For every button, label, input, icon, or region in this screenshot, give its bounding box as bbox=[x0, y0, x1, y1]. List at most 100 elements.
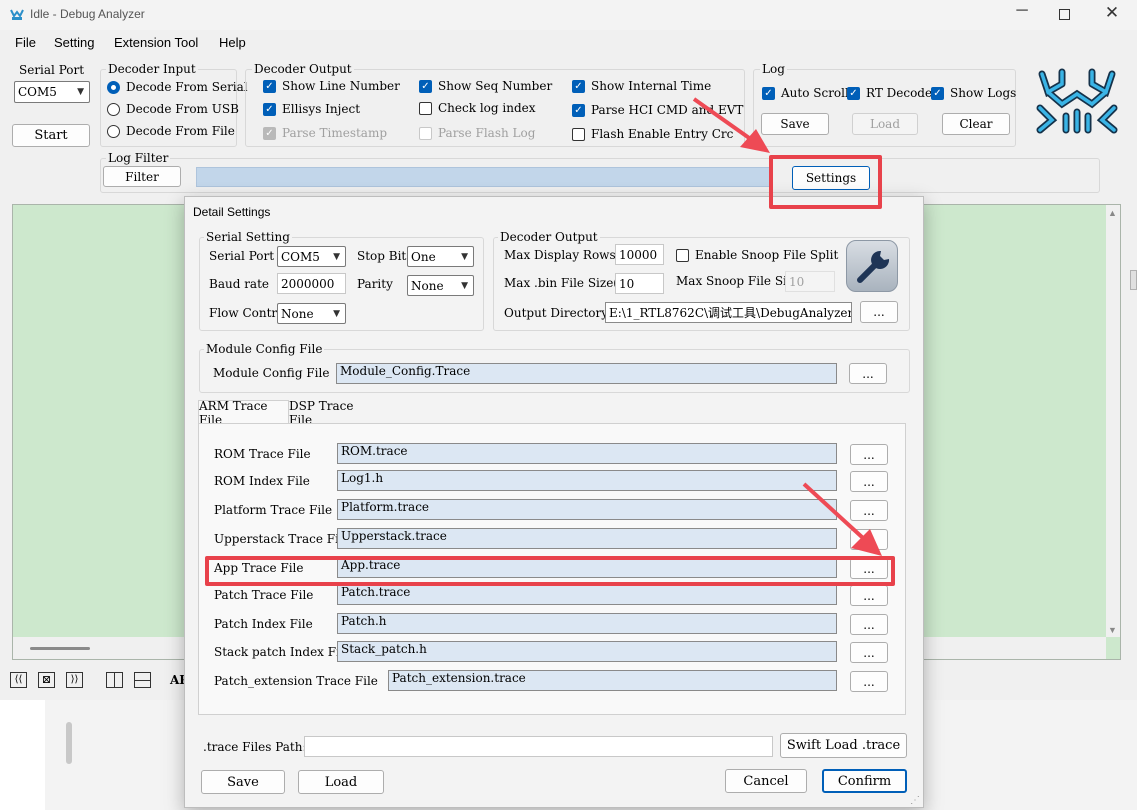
filter-input[interactable] bbox=[196, 167, 770, 187]
log-clear-button[interactable]: Clear bbox=[942, 113, 1010, 135]
filter-button[interactable]: Filter bbox=[103, 166, 181, 187]
lower-white-panel bbox=[0, 700, 45, 810]
checkbox-icon: ✓ bbox=[847, 86, 860, 100]
start-button[interactable]: Start bbox=[12, 124, 90, 147]
log-filter-label: Log Filter bbox=[106, 151, 171, 165]
radio-icon bbox=[107, 102, 120, 116]
check-show-logs[interactable]: ✓ Show Logs bbox=[931, 86, 1016, 100]
app-logo-icon bbox=[10, 9, 24, 20]
radio-decode-usb[interactable]: Decode From USB bbox=[107, 102, 239, 116]
scroll-down-icon[interactable]: ▼ bbox=[1108, 625, 1117, 635]
cancel-button[interactable]: Cancel bbox=[725, 769, 807, 793]
flow-control-combo[interactable]: None ▼ bbox=[277, 303, 346, 324]
dlg-serial-port-combo[interactable]: COM5 ▼ bbox=[277, 246, 346, 267]
tab-arm-trace[interactable]: ARM Trace File bbox=[198, 399, 289, 427]
radio-decode-serial[interactable]: Decode From Serial bbox=[107, 80, 248, 94]
check-show-line-number[interactable]: ✓ Show Line Number bbox=[263, 79, 400, 93]
check-rt-decode[interactable]: ✓ RT Decode bbox=[847, 86, 932, 100]
checkbox-icon: ✓ bbox=[931, 86, 944, 100]
title-bar: Idle - Debug Analyzer ─ ✕ bbox=[0, 0, 1137, 30]
patch-trace-file-browse-button[interactable]: ... bbox=[850, 585, 888, 606]
module-config-browse-button[interactable]: ... bbox=[849, 363, 887, 384]
menu-file[interactable]: File bbox=[15, 35, 36, 50]
platform-trace-file-label: Platform Trace File bbox=[214, 503, 333, 517]
checkbox-icon: ✓ bbox=[263, 102, 276, 116]
trace-path-label: .trace Files Path: bbox=[203, 740, 307, 754]
swift-load-button[interactable]: Swift Load .trace bbox=[780, 733, 907, 758]
horizontal-scroll-thumb[interactable] bbox=[30, 647, 90, 650]
serial-port-combo[interactable]: COM5 ▼ bbox=[14, 81, 90, 103]
checkbox-icon: ✓ bbox=[572, 79, 585, 93]
max-bin-size-input[interactable]: 10 bbox=[615, 273, 664, 294]
platform-trace-file-input[interactable]: Platform.trace bbox=[337, 499, 837, 520]
patch-extension-trace-file-input[interactable]: Patch_extension.trace bbox=[388, 670, 837, 691]
output-directory-input[interactable]: E:\1_RTL8762C\调试工具\DebugAnalyzer_v4.2 bbox=[605, 302, 852, 323]
minimize-icon[interactable]: ─ bbox=[1010, 2, 1034, 26]
check-snoop-split[interactable]: Enable Snoop File Split bbox=[676, 248, 838, 262]
check-ellisys-inject[interactable]: ✓ Ellisys Inject bbox=[263, 102, 360, 116]
output-directory-browse-button[interactable]: ... bbox=[860, 301, 898, 323]
log-label: Log bbox=[760, 62, 787, 76]
tab-dsp-trace[interactable]: DSP Trace File bbox=[289, 399, 375, 427]
module-config-input[interactable]: Module_Config.Trace bbox=[336, 363, 837, 384]
chevron-down-icon: ▼ bbox=[461, 280, 468, 291]
rom-trace-file-input[interactable]: ROM.trace bbox=[337, 443, 837, 464]
stop-bits-combo[interactable]: One ▼ bbox=[407, 246, 474, 267]
confirm-button[interactable]: Confirm bbox=[822, 769, 907, 793]
right-edge-strip bbox=[1130, 270, 1137, 290]
radio-decode-file[interactable]: Decode From File bbox=[107, 124, 235, 138]
patch-extension-trace-file-browse-button[interactable]: ... bbox=[850, 671, 888, 692]
split-horizontal-icon[interactable] bbox=[134, 672, 151, 688]
module-config-label: Module Config File bbox=[213, 366, 330, 380]
app-trace-highlight-box bbox=[205, 556, 895, 586]
checkbox-icon bbox=[676, 248, 689, 262]
checkbox-icon: ✓ bbox=[263, 126, 276, 140]
check-log-index[interactable]: Check log index bbox=[419, 101, 536, 115]
checkbox-icon bbox=[572, 127, 585, 141]
rom-index-file-input[interactable]: Log1.h bbox=[337, 470, 837, 491]
stack-patch-index-file-browse-button[interactable]: ... bbox=[850, 642, 888, 663]
decoder-input-label: Decoder Input bbox=[106, 62, 198, 76]
resize-grip-icon[interactable]: ⋰ bbox=[910, 795, 920, 806]
rom-index-file-label: ROM Index File bbox=[214, 474, 310, 488]
patch-index-file-input[interactable]: Patch.h bbox=[337, 613, 837, 634]
first-page-icon[interactable]: ⟨⟨ bbox=[10, 672, 27, 688]
annotation-arrow-icon bbox=[692, 97, 770, 153]
parity-combo[interactable]: None ▼ bbox=[407, 275, 474, 296]
upperstack-trace-file-input[interactable]: Upperstack.trace bbox=[337, 528, 837, 549]
stop-bits-label: Stop Bits bbox=[357, 249, 413, 263]
max-display-rows-label: Max Display Rows bbox=[504, 248, 616, 262]
patch-index-file-label: Patch Index File bbox=[214, 617, 313, 631]
menu-setting[interactable]: Setting bbox=[54, 35, 94, 50]
dialog-load-button[interactable]: Load bbox=[298, 770, 384, 794]
patch-trace-file-input[interactable]: Patch.trace bbox=[337, 584, 837, 605]
close-icon[interactable]: ✕ bbox=[1100, 3, 1124, 27]
max-display-rows-input[interactable]: 10000 bbox=[615, 244, 664, 265]
maximize-icon[interactable] bbox=[1059, 9, 1070, 20]
max-snoop-size-input: 10 bbox=[785, 271, 835, 292]
patch-index-file-browse-button[interactable]: ... bbox=[850, 614, 888, 635]
log-vertical-scrollbar[interactable] bbox=[1106, 205, 1120, 637]
decoder-output-label: Decoder Output bbox=[252, 62, 354, 76]
split-vertical-icon[interactable] bbox=[106, 672, 123, 688]
trace-path-input[interactable] bbox=[304, 736, 773, 757]
baud-rate-input[interactable]: 2000000 bbox=[277, 273, 346, 294]
check-show-seq-number[interactable]: ✓ Show Seq Number bbox=[419, 79, 552, 93]
settings-highlight-box bbox=[769, 155, 882, 209]
upperstack-trace-file-label: Upperstack Trace File bbox=[214, 532, 350, 546]
dialog-save-button[interactable]: Save bbox=[201, 770, 285, 794]
chevron-down-icon: ▼ bbox=[461, 251, 468, 262]
checkbox-icon: ✓ bbox=[572, 103, 585, 117]
rom-trace-file-browse-button[interactable]: ... bbox=[850, 444, 888, 465]
menu-extension-tool[interactable]: Extension Tool bbox=[114, 35, 198, 50]
wrench-icon[interactable] bbox=[846, 240, 898, 292]
check-show-internal-time[interactable]: ✓ Show Internal Time bbox=[572, 79, 711, 93]
check-parse-timestamp: ✓ Parse Timestamp bbox=[263, 126, 387, 140]
lower-scroll-thumb[interactable] bbox=[66, 722, 72, 764]
stack-patch-index-file-input[interactable]: Stack_patch.h bbox=[337, 641, 837, 662]
scroll-up-icon[interactable]: ▲ bbox=[1108, 208, 1117, 218]
checkbox-icon bbox=[419, 101, 432, 115]
last-page-icon[interactable]: ⟩⟩ bbox=[66, 672, 83, 688]
collapse-icon[interactable]: ⊠ bbox=[38, 672, 55, 688]
menu-help[interactable]: Help bbox=[219, 35, 246, 50]
